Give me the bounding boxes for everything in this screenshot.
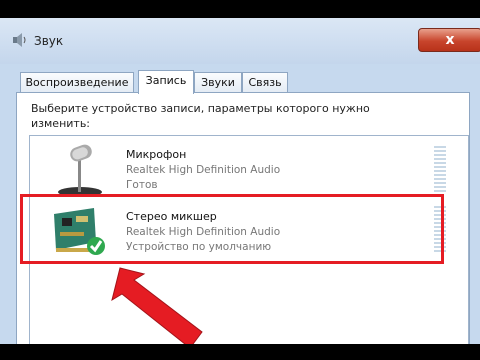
tab-recording[interactable]: Запись: [138, 70, 194, 94]
close-button[interactable]: x: [418, 28, 480, 52]
highlight-box: [20, 194, 444, 264]
microphone-icon: [58, 144, 102, 197]
instruction-text: Выберите устройство записи, параметры ко…: [31, 102, 370, 130]
device-item-microphone[interactable]: Микрофон Realtek High Definition Audio Г…: [30, 140, 468, 202]
tab-communications[interactable]: Связь: [242, 72, 288, 93]
device-status: Готов: [126, 179, 158, 191]
level-meter: [434, 146, 446, 194]
letterbox-bottom: [0, 344, 480, 360]
device-name: Микрофон: [126, 148, 187, 161]
tab-playback[interactable]: Воспроизведение: [20, 72, 134, 93]
red-arrow-annotation: [111, 267, 203, 349]
tab-sounds[interactable]: Звуки: [194, 72, 242, 93]
speaker-icon: [13, 33, 26, 47]
title-bar[interactable]: Звук x: [0, 18, 480, 64]
window-title: Звук: [34, 34, 64, 48]
sound-dialog: Звук x Воспроизведение Запись Звуки Связ…: [0, 18, 480, 347]
device-driver: Realtek High Definition Audio: [126, 164, 281, 176]
screenshot-frame: Звук x Воспроизведение Запись Звуки Связ…: [0, 0, 480, 360]
